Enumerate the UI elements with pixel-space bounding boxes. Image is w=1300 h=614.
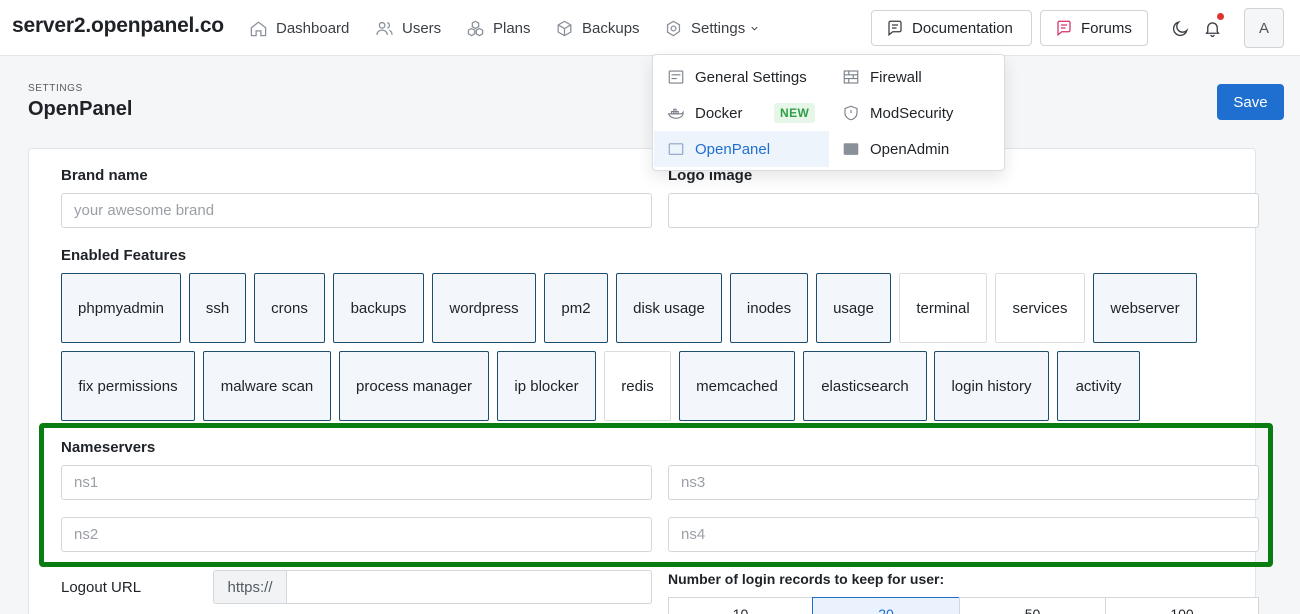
nav-settings-label: Settings	[691, 19, 746, 37]
feature-toggle[interactable]: fix permissions	[61, 351, 195, 421]
menu-openpanel-label: OpenPanel	[695, 140, 771, 158]
message-icon	[1057, 20, 1071, 37]
theme-toggle[interactable]	[1168, 16, 1192, 40]
settings-dropdown-menu: General Settings Firewall Docker NEW Mod…	[652, 54, 1005, 171]
login-records-option[interactable]: 20	[812, 597, 960, 614]
logout-url-input[interactable]	[286, 570, 652, 604]
logo-image-input[interactable]	[668, 193, 1259, 228]
feature-toggle[interactable]: inodes	[730, 273, 808, 343]
login-records-option[interactable]: 50	[959, 597, 1106, 614]
feature-toggle[interactable]: terminal	[899, 273, 987, 343]
menu-openadmin-label: OpenAdmin	[870, 140, 950, 158]
ns2-input[interactable]	[61, 517, 652, 552]
moon-icon	[1172, 20, 1188, 36]
nav-users-label: Users	[402, 19, 442, 37]
brick-wall-icon	[843, 70, 859, 84]
feature-toggle[interactable]: redis	[604, 351, 671, 421]
feature-toggle[interactable]: memcached	[679, 351, 795, 421]
logout-url-prefix: https://	[213, 570, 286, 604]
nav-backups[interactable]: Backups	[555, 17, 640, 39]
users-icon	[376, 21, 393, 35]
forums-button[interactable]: Forums	[1040, 10, 1148, 46]
window-icon	[668, 143, 684, 155]
package-icon	[557, 20, 572, 36]
bell-icon	[1204, 21, 1220, 37]
nav-users[interactable]: Users	[375, 17, 441, 39]
feature-toggle[interactable]: services	[995, 273, 1085, 343]
shield-icon	[844, 105, 858, 121]
documentation-button[interactable]: Documentation	[871, 10, 1032, 46]
boxes-icon	[467, 20, 484, 36]
menu-firewall[interactable]: Firewall	[829, 59, 1004, 95]
login-records-label: Number of login records to keep for user…	[668, 571, 945, 587]
feature-toggle[interactable]: crons	[254, 273, 325, 343]
feature-toggle[interactable]: elasticsearch	[803, 351, 927, 421]
menu-openpanel[interactable]: OpenPanel	[654, 131, 829, 167]
sliders-icon	[668, 70, 684, 84]
nameservers-label: Nameservers	[61, 439, 156, 456]
enabled-features-label: Enabled Features	[61, 247, 187, 264]
notifications-button[interactable]	[1200, 13, 1224, 40]
nav-plans-label: Plans	[493, 19, 531, 37]
ns4-input[interactable]	[668, 517, 1259, 552]
feature-toggle[interactable]: pm2	[544, 273, 608, 343]
brand-name-label: Brand name	[61, 167, 148, 184]
brand-name-input[interactable]	[61, 193, 652, 228]
gear-icon	[666, 20, 681, 36]
menu-docker[interactable]: Docker NEW	[654, 95, 829, 131]
book-icon	[888, 20, 902, 37]
feature-toggle[interactable]: malware scan	[203, 351, 331, 421]
nav-dashboard-label: Dashboard	[276, 19, 350, 37]
logout-url-label: Logout URL	[61, 579, 142, 596]
menu-docker-label: Docker	[695, 104, 743, 122]
feature-toggle[interactable]: usage	[816, 273, 891, 343]
nav-plans[interactable]: Plans	[466, 17, 531, 39]
feature-toggle[interactable]: process manager	[339, 351, 489, 421]
feature-toggle[interactable]: ip blocker	[497, 351, 596, 421]
feature-toggle[interactable]: activity	[1057, 351, 1140, 421]
page-title: OpenPanel	[28, 98, 133, 120]
menu-general-settings-label: General Settings	[695, 68, 807, 86]
chevron-down-icon	[751, 26, 758, 31]
admin-window-icon	[843, 143, 859, 155]
feature-toggle[interactable]: login history	[934, 351, 1049, 421]
forums-label: Forums	[1081, 19, 1132, 37]
nav-settings[interactable]: Settings	[664, 17, 760, 39]
nav-dashboard[interactable]: Dashboard	[249, 17, 349, 39]
menu-modsecurity[interactable]: ModSecurity	[829, 95, 1004, 131]
feature-toggle[interactable]: webserver	[1093, 273, 1197, 343]
brand-name[interactable]: server2.openpanel.co	[12, 14, 224, 38]
login-records-option[interactable]: 100	[1105, 597, 1259, 614]
feature-toggle[interactable]: phpmyadmin	[61, 273, 181, 343]
ns3-input[interactable]	[668, 465, 1259, 500]
documentation-label: Documentation	[912, 19, 1013, 37]
home-icon	[250, 20, 267, 36]
feature-toggle[interactable]: ssh	[189, 273, 246, 343]
notification-dot	[1217, 13, 1224, 20]
menu-general-settings[interactable]: General Settings	[654, 59, 829, 95]
feature-toggle[interactable]: wordpress	[432, 273, 536, 343]
login-records-option[interactable]: 10	[668, 597, 813, 614]
breadcrumb: SETTINGS	[28, 83, 83, 94]
menu-firewall-label: Firewall	[870, 68, 922, 86]
new-badge: NEW	[774, 103, 816, 123]
docker-icon	[667, 108, 684, 119]
feature-toggle[interactable]: backups	[333, 273, 424, 343]
nav-backups-label: Backups	[582, 19, 640, 37]
menu-openadmin[interactable]: OpenAdmin	[829, 131, 1004, 167]
ns1-input[interactable]	[61, 465, 652, 500]
menu-modsecurity-label: ModSecurity	[870, 104, 954, 122]
top-navbar: server2.openpanel.co Dashboard Users Pla…	[0, 0, 1300, 56]
save-button[interactable]: Save	[1217, 84, 1284, 120]
avatar[interactable]: A	[1244, 8, 1284, 48]
feature-toggle[interactable]: disk usage	[616, 273, 722, 343]
